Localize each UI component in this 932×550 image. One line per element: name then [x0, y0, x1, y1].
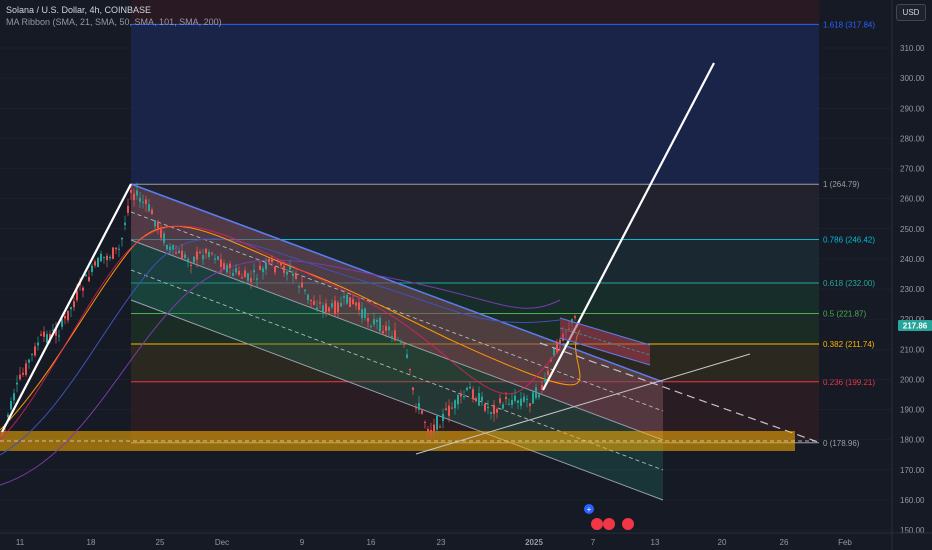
time-axis-label: 2025	[525, 538, 543, 547]
fib-level-label: 0.5 (221.87)	[823, 309, 866, 318]
time-axis-label: 13	[651, 538, 660, 547]
svg-text:217.86: 217.86	[903, 322, 928, 331]
price-tick-label: 180.00	[900, 436, 925, 445]
price-tick-label: 230.00	[900, 285, 925, 294]
time-axis-label: 7	[591, 538, 596, 547]
price-tick-label: 160.00	[900, 496, 925, 505]
time-axis-label: 9	[300, 538, 305, 547]
time-axis-label: 23	[437, 538, 446, 547]
time-axis-label: Dec	[215, 538, 229, 547]
price-chart-canvas[interactable]: 1.618 (317.84) 1 (264.79) 0.786 (246.42) 0.…	[0, 0, 932, 550]
us-flag-icon-2	[603, 518, 615, 530]
us-flag-icon-3	[622, 518, 634, 530]
us-flag-icon-1	[591, 518, 603, 530]
price-tick-label: 290.00	[900, 104, 925, 113]
price-tick-label: 150.00	[900, 526, 925, 535]
indicator-title[interactable]: MA Ribbon (SMA, 21, SMA, 50, SMA, 101, S…	[6, 16, 222, 28]
symbol-title[interactable]: Solana / U.S. Dollar, 4h, COINBASE	[6, 4, 222, 16]
fib-level-label: 1 (264.79)	[823, 180, 860, 189]
price-tick-label: 250.00	[900, 225, 925, 234]
time-axis-label: 18	[87, 538, 96, 547]
price-tick-label: 260.00	[900, 195, 925, 204]
fib-level-label: 0.382 (211.74)	[823, 340, 875, 349]
fib-level-label: 1.618 (317.84)	[823, 20, 875, 29]
svg-text:+: +	[587, 505, 592, 514]
price-tick-label: 170.00	[900, 466, 925, 475]
fib-level-label: 0 (178.96)	[823, 439, 860, 448]
price-tick-label: 300.00	[900, 74, 925, 83]
time-axis-label: 26	[780, 538, 789, 547]
price-tick-label: 190.00	[900, 406, 925, 415]
chart-legend[interactable]: Solana / U.S. Dollar, 4h, COINBASE MA Ri…	[6, 4, 222, 28]
fib-level-label: 0.786 (246.42)	[823, 236, 875, 245]
time-axis-label: 25	[156, 538, 165, 547]
price-tick-label: 310.00	[900, 44, 925, 53]
price-tick-label: 210.00	[900, 345, 925, 354]
price-tick-label: 270.00	[900, 165, 925, 174]
time-axis-label: 20	[718, 538, 727, 547]
price-tick-label: 280.00	[900, 134, 925, 143]
support-zone[interactable]	[0, 431, 818, 451]
time-axis-label: Feb	[838, 538, 852, 547]
currency-button[interactable]: USD	[896, 4, 926, 21]
price-tick-label: 240.00	[900, 255, 925, 264]
price-tick-label: 200.00	[900, 375, 925, 384]
fib-level-label: 0.618 (232.00)	[823, 279, 875, 288]
time-axis-label: 11	[16, 538, 25, 547]
current-price-tag: 217.86	[898, 320, 932, 331]
time-axis-label: 16	[367, 538, 376, 547]
